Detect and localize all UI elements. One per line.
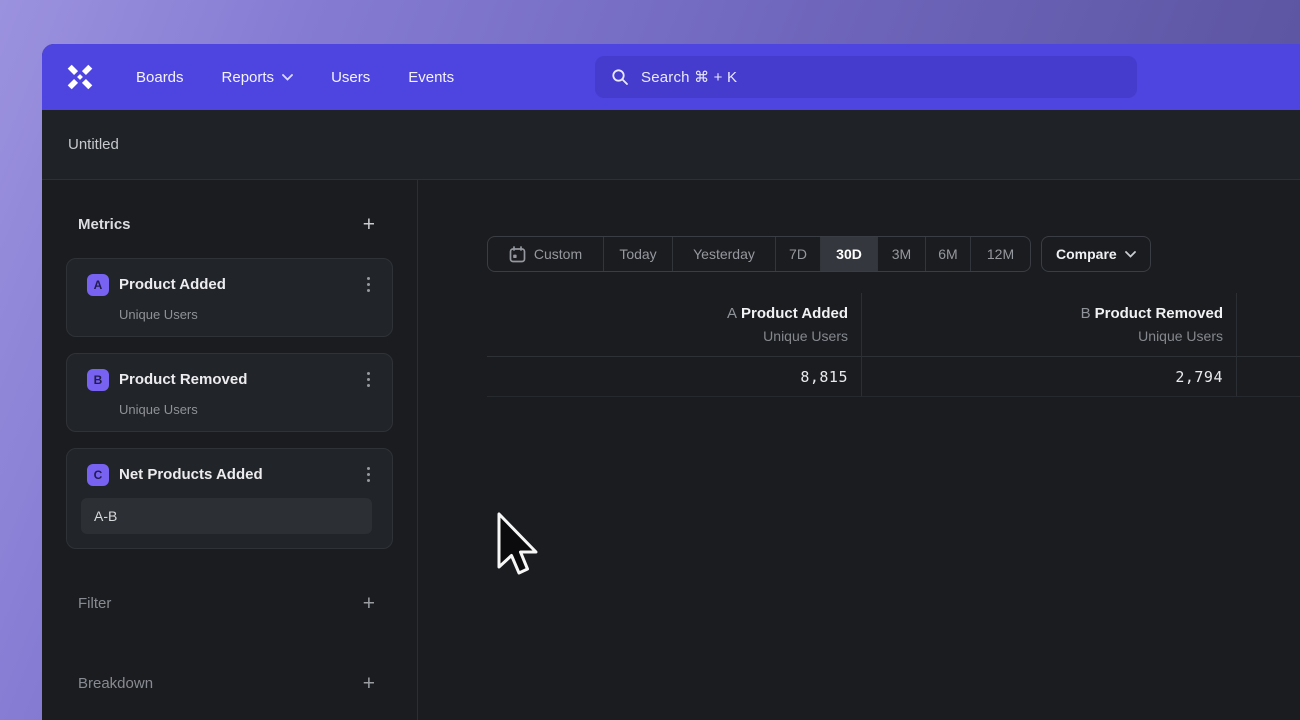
compare-label: Compare [1056, 246, 1117, 262]
column-badge: A [727, 305, 737, 322]
column-measure: Unique Users [862, 328, 1223, 344]
nav-item-events[interactable]: Events [408, 69, 454, 86]
kebab-menu-icon[interactable] [361, 463, 376, 486]
mixpanel-logo-icon [65, 62, 95, 92]
nav-item-label: Boards [136, 69, 184, 86]
query-sidebar: Metrics + A Product Added Unique Users B… [42, 180, 418, 720]
search-placeholder: Search ⌘ + K [641, 68, 737, 86]
chevron-down-icon [282, 74, 293, 81]
nav-item-users[interactable]: Users [331, 69, 370, 86]
metric-card-c-formula[interactable]: C Net Products Added A-B [66, 448, 393, 549]
formula-input[interactable]: A-B [81, 498, 372, 534]
range-30d-selected[interactable]: 30D [820, 237, 877, 271]
metrics-heading: Metrics [78, 216, 131, 233]
range-6m[interactable]: 6M [925, 237, 970, 271]
column-name: Product Added [741, 305, 848, 322]
add-metric-button[interactable]: + [363, 214, 375, 235]
range-label: Today [619, 246, 656, 262]
date-range-selector: Custom Today Yesterday 7D 30D 3M 6M 12M [487, 236, 1031, 272]
range-12m[interactable]: 12M [970, 237, 1030, 271]
column-name: Product Removed [1095, 305, 1223, 322]
filter-section-header: Filter + [66, 585, 393, 621]
report-title-bar: Untitled [42, 110, 1300, 180]
date-range-toolbar: Custom Today Yesterday 7D 30D 3M 6M 12M … [487, 236, 1151, 272]
nav-item-label: Reports [222, 69, 275, 86]
range-label: 7D [789, 246, 807, 262]
value-cell-b: 2,794 [862, 357, 1237, 397]
column-header-b: BProduct Removed Unique Users [862, 293, 1237, 357]
filter-heading: Filter [78, 595, 111, 612]
metric-name: Product Removed [119, 371, 361, 388]
metric-badge: A [87, 274, 109, 296]
app-window: Boards Reports Users Events Search ⌘ + K [42, 44, 1300, 720]
kebab-menu-icon[interactable] [361, 273, 376, 296]
add-breakdown-button[interactable]: + [363, 673, 375, 694]
results-table: AProduct Added Unique Users BProduct Rem… [487, 293, 1300, 397]
range-label: 30D [836, 246, 862, 262]
nav-item-reports[interactable]: Reports [222, 69, 294, 86]
range-3m[interactable]: 3M [877, 237, 925, 271]
calendar-icon [509, 246, 526, 263]
range-today[interactable]: Today [603, 237, 672, 271]
search-icon [611, 68, 629, 86]
metric-measure[interactable]: Unique Users [119, 307, 376, 322]
metric-badge: B [87, 369, 109, 391]
value-cell-a: 8,815 [487, 357, 862, 397]
mixpanel-logo-icon[interactable] [64, 61, 96, 93]
report-title[interactable]: Untitled [68, 136, 119, 153]
column-badge: B [1081, 305, 1091, 322]
add-filter-button[interactable]: + [363, 593, 375, 614]
compare-button[interactable]: Compare [1041, 236, 1151, 272]
top-nav: Boards Reports Users Events Search ⌘ + K [42, 44, 1300, 110]
nav-item-label: Events [408, 69, 454, 86]
range-custom[interactable]: Custom [488, 237, 603, 271]
value-cell-overflow [1237, 357, 1300, 397]
content-area: Metrics + A Product Added Unique Users B… [42, 180, 1300, 720]
range-label: 12M [987, 246, 1014, 262]
kebab-menu-icon[interactable] [361, 368, 376, 391]
metric-measure[interactable]: Unique Users [119, 402, 376, 417]
breakdown-section-header: Breakdown + [66, 665, 393, 701]
metric-card-a[interactable]: A Product Added Unique Users [66, 258, 393, 337]
metrics-section-header: Metrics + [66, 206, 393, 242]
nav-item-boards[interactable]: Boards [136, 69, 184, 86]
range-label: Yesterday [693, 246, 755, 262]
metric-card-b[interactable]: B Product Removed Unique Users [66, 353, 393, 432]
metric-name: Product Added [119, 276, 361, 293]
metric-badge: C [87, 464, 109, 486]
range-label: 6M [938, 246, 957, 262]
nav-item-label: Users [331, 69, 370, 86]
nav-menu: Boards Reports Users Events [136, 69, 454, 86]
range-label: 3M [892, 246, 911, 262]
search-input[interactable]: Search ⌘ + K [595, 56, 1137, 98]
column-measure: Unique Users [487, 328, 848, 344]
metric-name: Net Products Added [119, 466, 361, 483]
column-header-a: AProduct Added Unique Users [487, 293, 862, 357]
range-yesterday[interactable]: Yesterday [672, 237, 775, 271]
breakdown-heading: Breakdown [78, 675, 153, 692]
range-label: Custom [534, 246, 582, 262]
column-header-overflow [1237, 293, 1300, 357]
chevron-down-icon [1125, 251, 1136, 258]
results-panel: Custom Today Yesterday 7D 30D 3M 6M 12M … [418, 180, 1300, 720]
range-7d[interactable]: 7D [775, 237, 820, 271]
